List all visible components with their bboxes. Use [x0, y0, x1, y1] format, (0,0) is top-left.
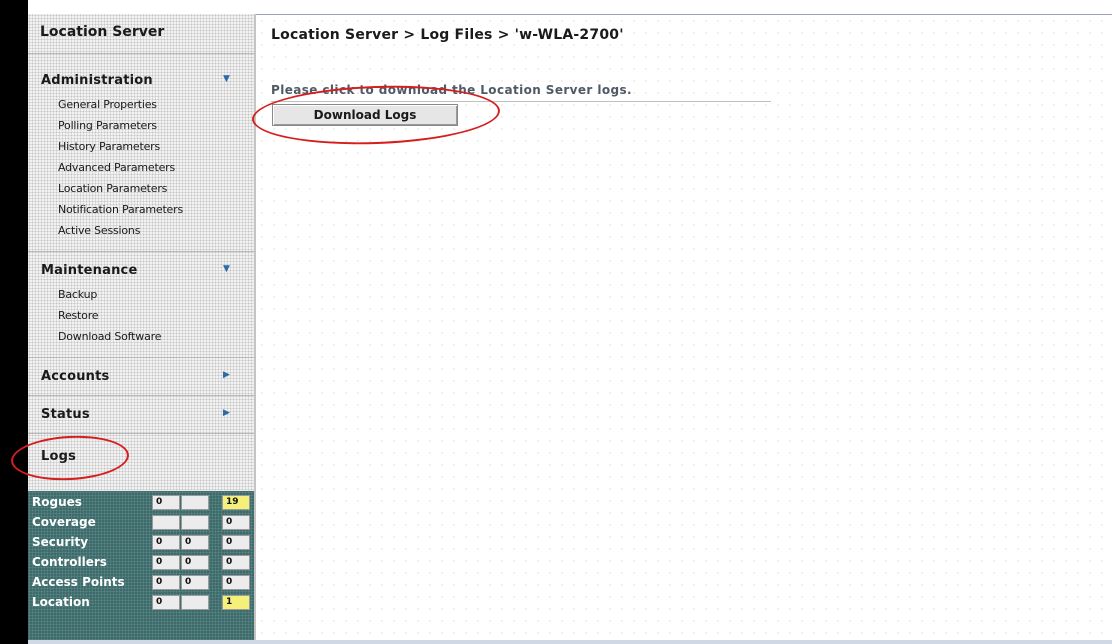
- section-label: Administration: [41, 73, 153, 88]
- stat-row-coverage[interactable]: Coverage 0: [28, 513, 254, 532]
- chevron-down-icon[interactable]: ▼: [223, 264, 230, 274]
- stat-label: Rogues: [32, 495, 82, 509]
- sidebar-item-backup[interactable]: Backup: [58, 288, 97, 301]
- stat-cell[interactable]: [152, 515, 180, 530]
- left-black-bar: [0, 0, 28, 644]
- top-strip: [28, 0, 1112, 14]
- sidebar-item-location-parameters[interactable]: Location Parameters: [58, 182, 167, 195]
- sidebar-item-general-properties[interactable]: General Properties: [58, 98, 157, 111]
- stat-row-controllers[interactable]: Controllers 0 0 0: [28, 553, 254, 572]
- main-content: Location Server > Log Files > 'w-WLA-270…: [256, 14, 1112, 640]
- stat-cell[interactable]: 0: [222, 555, 250, 570]
- sidebar-divider: [28, 357, 254, 358]
- stat-cell[interactable]: 0: [222, 535, 250, 550]
- sidebar-section-logs[interactable]: Logs: [28, 444, 254, 470]
- chevron-down-icon[interactable]: ▼: [223, 74, 230, 84]
- breadcrumb: Location Server > Log Files > 'w-WLA-270…: [271, 27, 624, 43]
- stat-cell[interactable]: 0: [152, 595, 180, 610]
- sidebar-divider: [28, 395, 254, 396]
- section-label: Accounts: [41, 369, 110, 384]
- sidebar-section-maintenance[interactable]: Maintenance ▼: [28, 258, 254, 284]
- sidebar-section-administration[interactable]: Administration ▼: [28, 68, 254, 94]
- stat-cell[interactable]: [181, 495, 209, 510]
- stat-cell[interactable]: 0: [222, 515, 250, 530]
- section-label: Logs: [41, 449, 77, 464]
- sidebar-divider: [28, 251, 254, 252]
- sidebar-item-notification-parameters[interactable]: Notification Parameters: [58, 203, 183, 216]
- sidebar-section-accounts[interactable]: Accounts ▶: [28, 364, 254, 390]
- stats-panel: Rogues 0 19 Coverage 0 Security 0 0 0 Co…: [28, 491, 254, 640]
- stat-cell-highlight[interactable]: 19: [222, 495, 250, 510]
- instruction-text: Please click to download the Location Se…: [271, 83, 632, 97]
- stat-cell[interactable]: 0: [181, 555, 209, 570]
- sidebar-divider: [28, 53, 254, 54]
- sidebar-item-active-sessions[interactable]: Active Sessions: [58, 224, 140, 237]
- sidebar-item-restore[interactable]: Restore: [58, 309, 99, 322]
- sidebar-title[interactable]: Location Server: [40, 24, 164, 40]
- download-logs-button[interactable]: Download Logs: [272, 104, 458, 126]
- section-label: Status: [41, 407, 90, 422]
- stat-cell[interactable]: 0: [152, 495, 180, 510]
- stat-cell[interactable]: 0: [152, 575, 180, 590]
- stat-cell[interactable]: 0: [181, 535, 209, 550]
- bottom-border: [28, 640, 1112, 644]
- stat-label: Coverage: [32, 515, 96, 529]
- stat-label: Controllers: [32, 555, 107, 569]
- sidebar-item-download-software[interactable]: Download Software: [58, 330, 161, 343]
- stat-cell[interactable]: 0: [152, 535, 180, 550]
- sidebar-section-status[interactable]: Status ▶: [28, 402, 254, 428]
- stat-label: Security: [32, 535, 89, 549]
- stat-cell[interactable]: [181, 595, 209, 610]
- sidebar-item-polling-parameters[interactable]: Polling Parameters: [58, 119, 157, 132]
- stat-row-access-points[interactable]: Access Points 0 0 0: [28, 573, 254, 592]
- stat-label: Access Points: [32, 575, 125, 589]
- sidebar-item-history-parameters[interactable]: History Parameters: [58, 140, 160, 153]
- stat-label: Location: [32, 595, 90, 609]
- stat-cell[interactable]: [181, 515, 209, 530]
- stat-row-rogues[interactable]: Rogues 0 19: [28, 493, 254, 512]
- stat-cell-highlight[interactable]: 1: [222, 595, 250, 610]
- stat-row-security[interactable]: Security 0 0 0: [28, 533, 254, 552]
- instruction-underline: [271, 101, 771, 102]
- stat-cell[interactable]: 0: [181, 575, 209, 590]
- section-label: Maintenance: [41, 263, 138, 278]
- stat-cell[interactable]: 0: [222, 575, 250, 590]
- sidebar-divider: [28, 433, 254, 434]
- stat-cell[interactable]: 0: [152, 555, 180, 570]
- chevron-right-icon[interactable]: ▶: [223, 408, 230, 418]
- sidebar-item-advanced-parameters[interactable]: Advanced Parameters: [58, 161, 175, 174]
- chevron-right-icon[interactable]: ▶: [223, 370, 230, 380]
- stat-row-location[interactable]: Location 0 1: [28, 593, 254, 612]
